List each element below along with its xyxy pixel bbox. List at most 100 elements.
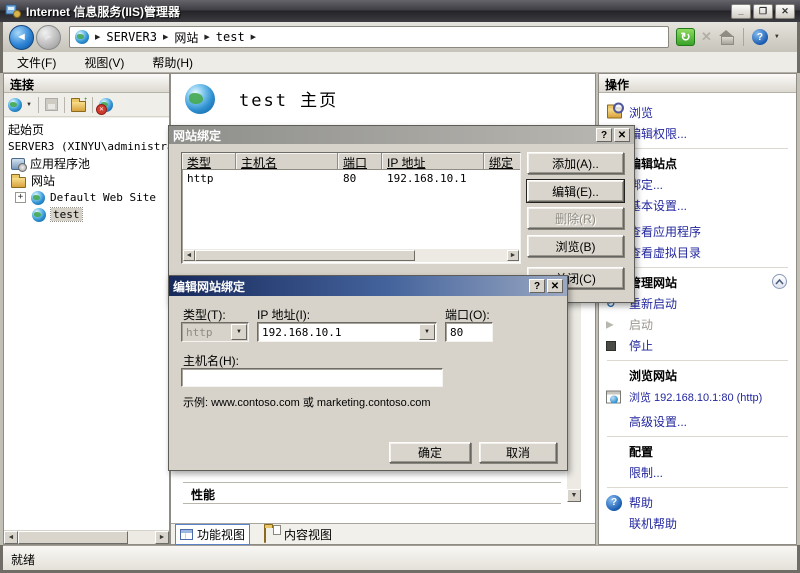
example-text: 示例: www.contoso.com 或 marketing.contoso.… bbox=[183, 394, 431, 410]
menu-help[interactable]: 帮助(H) bbox=[152, 54, 193, 71]
column-binding[interactable]: 绑定 bbox=[484, 153, 521, 170]
action-limits[interactable]: 限制... bbox=[599, 462, 796, 483]
browser-globe-icon bbox=[606, 390, 621, 403]
toolbar-separator bbox=[743, 28, 744, 46]
scroll-left-icon[interactable]: ◄ bbox=[4, 531, 18, 544]
forward-button[interactable]: ► bbox=[36, 25, 61, 50]
action-browse[interactable]: 浏览 bbox=[599, 102, 796, 123]
site-bindings-dialog-titlebar[interactable]: 网站绑定 ? ✕ bbox=[169, 126, 634, 144]
content-view-icon bbox=[264, 528, 280, 541]
action-online-help[interactable]: 联机帮助 bbox=[599, 513, 796, 534]
ip-label: IP 地址(I): bbox=[257, 306, 310, 323]
chevron-right-icon: ▶ bbox=[95, 33, 100, 41]
delete-connection-icon[interactable] bbox=[99, 98, 113, 112]
tree-item-default-web-site[interactable]: + Default Web Site bbox=[4, 189, 169, 206]
refresh-button[interactable]: ↻ bbox=[676, 28, 695, 46]
column-host[interactable]: 主机名 bbox=[236, 153, 338, 170]
chevron-right-icon: ▶ bbox=[204, 33, 209, 41]
action-advanced-settings[interactable]: 高级设置... bbox=[599, 411, 796, 432]
cancel-button[interactable]: 取消 bbox=[479, 442, 557, 463]
scrollbar-thumb[interactable] bbox=[18, 531, 128, 544]
stop-button: ✕ bbox=[701, 29, 712, 45]
tab-content-view[interactable]: 内容视图 bbox=[260, 525, 336, 544]
performance-section-header[interactable]: 性能 bbox=[183, 482, 561, 504]
close-button[interactable]: ✕ bbox=[775, 4, 795, 19]
column-type[interactable]: 类型 bbox=[182, 153, 236, 170]
port-label: 端口(O): bbox=[445, 306, 490, 323]
chevron-down-icon[interactable]: ▼ bbox=[419, 324, 435, 340]
scroll-right-icon[interactable]: ► bbox=[155, 531, 169, 544]
tree-item-server[interactable]: SERVER3 (XINYU\administrat bbox=[4, 138, 169, 155]
expand-icon[interactable]: + bbox=[15, 192, 26, 203]
port-input[interactable] bbox=[445, 322, 493, 342]
home-button[interactable] bbox=[718, 30, 735, 44]
tree-item-app-pools[interactable]: 应用程序池 bbox=[4, 155, 169, 172]
scrollbar-thumb[interactable] bbox=[195, 250, 415, 261]
menu-file[interactable]: 文件(F) bbox=[17, 54, 56, 71]
tree-item-sites[interactable]: 网站 bbox=[4, 172, 169, 189]
dialog-close-icon[interactable]: ✕ bbox=[614, 128, 630, 142]
host-input[interactable] bbox=[181, 368, 443, 387]
connections-toolbar: ▼ bbox=[4, 93, 169, 117]
edit-button[interactable]: 编辑(E).. bbox=[527, 180, 624, 202]
connections-header: 连接 bbox=[4, 74, 169, 93]
breadcrumb-item-sites[interactable]: 网站 bbox=[174, 29, 198, 46]
chevron-right-icon: ▶ bbox=[163, 33, 168, 41]
scroll-left-icon[interactable]: ◄ bbox=[183, 250, 195, 261]
scroll-down-icon[interactable]: ▼ bbox=[567, 489, 581, 502]
collapse-chevron-icon[interactable] bbox=[772, 274, 787, 289]
help-button[interactable]: ? bbox=[752, 29, 768, 45]
window-title: Internet 信息服务(IIS)管理器 bbox=[26, 3, 726, 20]
action-help[interactable]: ? 帮助 bbox=[599, 492, 796, 513]
menu-view[interactable]: 视图(V) bbox=[84, 54, 124, 71]
tab-features-view[interactable]: 功能视图 bbox=[175, 524, 250, 545]
titlebar[interactable]: Internet 信息服务(IIS)管理器 _ ❐ ✕ bbox=[0, 0, 800, 22]
features-view-icon bbox=[180, 529, 193, 540]
ok-button[interactable]: 确定 bbox=[389, 442, 471, 463]
section-browse-site: 浏览网站 bbox=[599, 365, 796, 386]
column-port[interactable]: 端口 bbox=[338, 153, 382, 170]
site-globe-icon bbox=[32, 208, 46, 222]
tree-item-test[interactable]: test bbox=[4, 206, 169, 223]
binding-row[interactable]: http 80 192.168.10.1 bbox=[182, 170, 520, 186]
bindings-table-header: 类型 主机名 端口 IP 地址 绑定 bbox=[182, 153, 520, 170]
browse-button[interactable]: 浏览(B) bbox=[527, 235, 624, 257]
chevron-right-icon: ▶ bbox=[251, 33, 256, 41]
restore-button[interactable]: ❐ bbox=[753, 4, 773, 19]
bindings-table[interactable]: 类型 主机名 端口 IP 地址 绑定 http 80 192.168.10.1 … bbox=[181, 152, 521, 264]
address-toolbar: ◄ ► ▶ SERVER3 ▶ 网站 ▶ test ▶ ↻ ✕ ? ▼ bbox=[3, 22, 797, 52]
action-start: ▶ 启动 bbox=[599, 314, 796, 335]
start-icon: ▶ bbox=[606, 319, 614, 330]
connections-hscrollbar[interactable]: ◄ ► bbox=[4, 530, 169, 544]
help-dropdown-icon[interactable]: ▼ bbox=[774, 34, 780, 40]
up-level-icon[interactable] bbox=[71, 101, 86, 112]
statusbar: 就绪 bbox=[3, 545, 797, 570]
breadcrumb[interactable]: ▶ SERVER3 ▶ 网站 ▶ test ▶ bbox=[69, 26, 669, 48]
column-ip[interactable]: IP 地址 bbox=[382, 153, 484, 170]
dialog-help-button[interactable]: ? bbox=[529, 279, 545, 293]
scroll-right-icon[interactable]: ► bbox=[507, 250, 519, 261]
bindings-hscrollbar[interactable]: ◄ ► bbox=[183, 249, 519, 262]
breadcrumb-item-site[interactable]: test bbox=[216, 30, 245, 44]
back-button[interactable]: ◄ bbox=[9, 25, 34, 50]
action-stop[interactable]: 停止 bbox=[599, 335, 796, 356]
minimize-button[interactable]: _ bbox=[731, 4, 751, 19]
section-configure: 配置 bbox=[599, 441, 796, 462]
edit-binding-dialog-titlebar[interactable]: 编辑网站绑定 ? ✕ bbox=[169, 276, 567, 296]
connection-dropdown-icon[interactable]: ▼ bbox=[26, 102, 32, 108]
toolbar-separator bbox=[92, 97, 93, 113]
status-text: 就绪 bbox=[11, 553, 35, 567]
separator bbox=[607, 360, 788, 361]
dialog-help-button[interactable]: ? bbox=[596, 128, 612, 142]
ip-select[interactable]: 192.168.10.1 ▼ bbox=[257, 322, 437, 342]
page-title: test 主页 bbox=[239, 86, 338, 111]
app-pools-icon bbox=[11, 158, 25, 170]
breadcrumb-item-server[interactable]: SERVER3 bbox=[106, 30, 157, 44]
tree-item-start-page[interactable]: 起始页 bbox=[4, 121, 169, 138]
action-browse-url[interactable]: 浏览 192.168.10.1:80 (http) bbox=[599, 386, 796, 407]
dialog-close-icon[interactable]: ✕ bbox=[547, 279, 563, 293]
create-connection-icon[interactable] bbox=[8, 98, 22, 112]
save-connection-icon bbox=[45, 98, 58, 111]
browse-magnifier-icon bbox=[606, 106, 622, 119]
add-button[interactable]: 添加(A).. bbox=[527, 152, 624, 174]
